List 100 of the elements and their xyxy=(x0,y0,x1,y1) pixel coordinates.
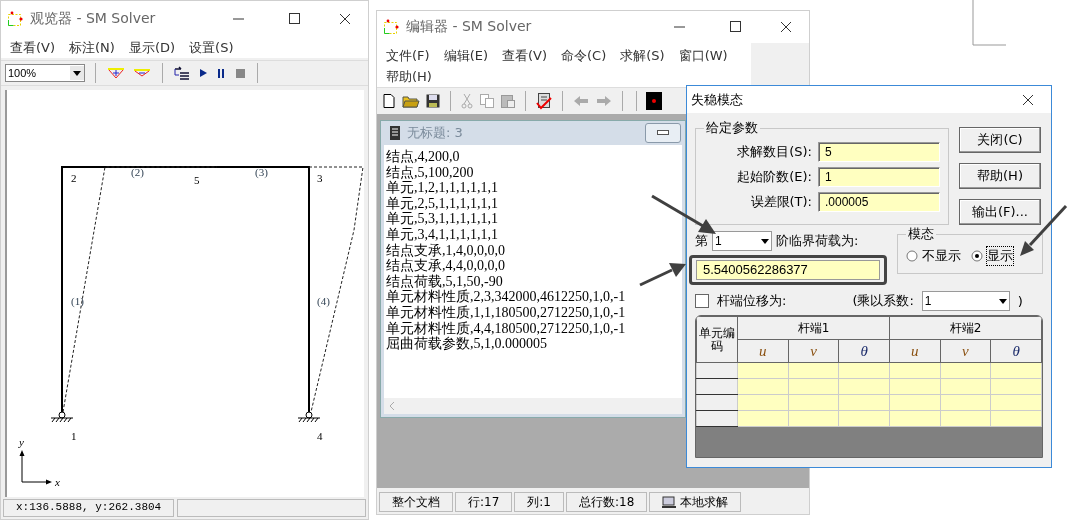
menu-item[interactable]: 显示(D) xyxy=(121,37,183,58)
element-label: (1) xyxy=(71,295,84,307)
node-label: 3 xyxy=(317,172,323,184)
play-icon[interactable] xyxy=(197,66,209,80)
annotation-arrow xyxy=(639,263,686,287)
menu-item[interactable]: 求解(S) xyxy=(613,45,672,66)
text-line: 单元,1,2,1,1,1,1,1,1 xyxy=(386,180,498,196)
text-line: 单元材料性质,2,3,342000,4612250,1,0,-1 xyxy=(386,289,626,305)
scissors-icon[interactable] xyxy=(460,93,474,109)
document-title: 无标题: 3 xyxy=(407,124,463,142)
element-label: (3) xyxy=(255,166,268,178)
hinge-support-icon xyxy=(50,411,74,423)
triangle-plus-icon[interactable] xyxy=(106,66,126,80)
text-line: 结点支承,4,4,0,0,0,0 xyxy=(386,258,505,274)
app-icon xyxy=(7,11,23,27)
app-icon xyxy=(383,19,399,35)
text-line: 屈曲荷载参数,5,1,0.000005 xyxy=(386,336,547,352)
node-label: 1 xyxy=(71,430,77,442)
left-arrow-icon[interactable] xyxy=(572,93,590,109)
axis-label: y xyxy=(19,436,24,448)
menu-item[interactable]: 帮助(H) xyxy=(379,66,439,87)
zoom-dropdown[interactable]: 100% xyxy=(5,64,85,82)
column-header: 杆端2 xyxy=(889,316,1042,340)
input-field[interactable]: .000005 xyxy=(818,191,940,212)
field-label: 误差限(T): xyxy=(749,192,812,211)
radio-label[interactable]: 不显示 xyxy=(922,247,961,265)
text-line: 结点荷载,5,1,50,-90 xyxy=(386,273,503,289)
copy-icon[interactable] xyxy=(479,93,495,109)
field-label: 求解数目(S): xyxy=(736,142,812,161)
node-label: 5 xyxy=(194,174,200,186)
factor-dropdown[interactable]: 1 xyxy=(921,291,1010,311)
status-text: 总行数:18 xyxy=(579,494,635,511)
dialog-button[interactable]: 关闭(C) xyxy=(959,127,1041,153)
status-text: 本地求解 xyxy=(680,494,729,511)
document-icon xyxy=(389,125,401,141)
window-title: 编辑器 - SM Solver xyxy=(406,18,532,36)
radio-button[interactable] xyxy=(906,250,918,262)
radio-label[interactable]: 显示 xyxy=(987,247,1013,265)
column-header: 单元编码 xyxy=(696,316,738,363)
checkbox[interactable] xyxy=(695,294,709,308)
result-field[interactable]: 5.5400562286377 xyxy=(696,260,880,280)
list-icon[interactable] xyxy=(173,66,191,80)
status-text: 行:17 xyxy=(468,494,500,511)
right-arrow-icon[interactable] xyxy=(595,93,613,109)
save-icon[interactable] xyxy=(425,93,441,109)
node-label: 4 xyxy=(317,430,323,442)
paste-icon[interactable] xyxy=(500,93,516,109)
menu-item[interactable]: 标注(N) xyxy=(62,37,122,58)
new-file-icon[interactable] xyxy=(381,93,397,109)
minimize-button[interactable] xyxy=(645,123,681,143)
dialog-button[interactable]: 帮助(H) xyxy=(959,163,1041,189)
menu-item[interactable]: 设置(S) xyxy=(182,37,241,58)
computer-icon xyxy=(662,496,677,508)
input-field[interactable]: 1 xyxy=(818,166,940,187)
node-label: 2 xyxy=(71,172,77,184)
window-title: 观览器 - SM Solver xyxy=(30,10,156,28)
dialog-title: 失稳模态 xyxy=(691,90,743,109)
annotation-arrow xyxy=(651,194,716,234)
checklist-icon[interactable] xyxy=(535,92,553,110)
order-dropdown[interactable]: 1 xyxy=(712,231,772,251)
group-title: 模态 xyxy=(907,225,935,243)
menu-item[interactable]: 文件(F) xyxy=(379,45,437,66)
text-line: 单元,3,4,1,1,1,1,1,1 xyxy=(386,226,498,243)
text-line: 单元,2,5,1,1,1,1,1,1 xyxy=(386,195,498,211)
status-text: x:136.5888, y:262.3804 xyxy=(3,499,175,517)
menu-item[interactable]: 编辑(E) xyxy=(436,45,495,66)
order-label: 第 xyxy=(695,232,708,250)
column-header: 杆端1 xyxy=(737,316,890,340)
text-line: 单元材料性质,1,1,180500,2712250,1,0,-1 xyxy=(386,304,626,321)
text-line: 结点支承,1,4,0,0,0,0 xyxy=(386,242,505,258)
field-label: 起始阶数(E): xyxy=(736,167,812,186)
input-field[interactable]: 5 xyxy=(818,141,940,162)
group-title: 给定参数 xyxy=(705,119,759,137)
element-label: (4) xyxy=(317,295,330,307)
factor-label: ) xyxy=(1017,293,1023,309)
scroll-left-icon[interactable] xyxy=(388,401,396,411)
coordinate-axes xyxy=(19,450,52,485)
stop-icon[interactable] xyxy=(233,66,247,80)
menu-item[interactable]: 命令(C) xyxy=(554,45,614,66)
open-folder-icon[interactable] xyxy=(402,93,420,109)
menu-item[interactable]: 窗口(W) xyxy=(671,45,735,66)
text-line: 单元,5,3,1,1,1,1,1,1 xyxy=(386,211,498,227)
horizontal-scrollbar[interactable] xyxy=(384,398,682,414)
order-label: 阶临界荷载为: xyxy=(776,232,859,250)
hinge-support-icon xyxy=(297,411,321,423)
record-icon[interactable] xyxy=(646,92,662,110)
text-line: 单元材料性质,4,4,180500,2712250,1,0,-1 xyxy=(386,320,626,336)
radio-button[interactable] xyxy=(971,250,983,262)
dialog-button[interactable]: 输出(F)... xyxy=(959,199,1041,225)
status-text: 整个文档 xyxy=(392,494,440,511)
menu-item[interactable]: 查看(V) xyxy=(495,45,555,66)
element-label: (2) xyxy=(131,166,144,178)
factor-label: (乘以系数: xyxy=(852,292,914,310)
axis-label: x xyxy=(55,476,60,488)
menu-item[interactable]: 查看(V) xyxy=(3,37,63,58)
text-line: 结点,5,100,200 xyxy=(386,164,474,180)
pause-icon[interactable] xyxy=(215,66,227,80)
minimize-icon xyxy=(657,130,669,136)
status-text: 列:1 xyxy=(527,494,551,511)
corner-mark xyxy=(972,0,1007,46)
